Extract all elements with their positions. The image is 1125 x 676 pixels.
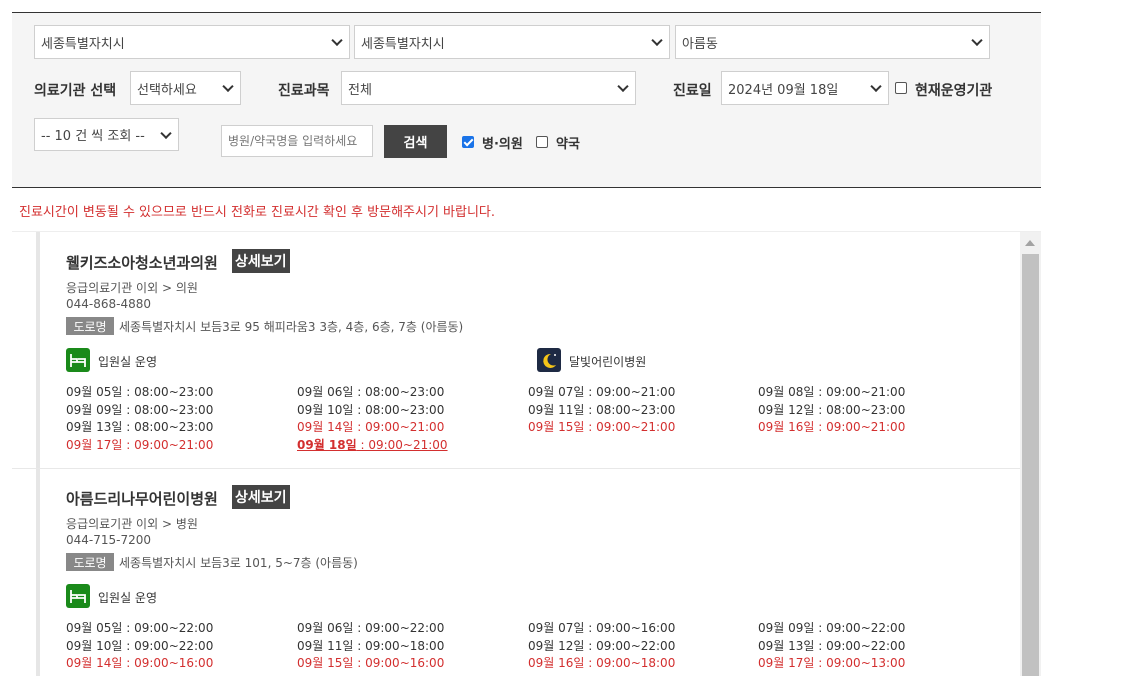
feature-label: 입원실 운영 (98, 591, 158, 605)
result-card: 웰키즈소아청소년과의원 상세보기 응급의료기관 이외 > 의원 044-868-… (12, 232, 1020, 468)
institution-value: 선택하세요 (137, 82, 197, 98)
road-badge: 도로명 (66, 317, 114, 335)
page-size-select[interactable]: -- 10 건 씩 조회 -- (34, 118, 179, 151)
date-select[interactable]: 2024년 09월 18일 (721, 71, 889, 105)
department-label: 진료과목 (278, 83, 330, 99)
pharmacy-checkbox[interactable] (536, 136, 548, 148)
hospital-phone: 044-715-7200 (66, 533, 152, 547)
department-select[interactable]: 전체 (341, 71, 636, 105)
hours-entry: 09월 12일 : 08:00~23:00 (758, 402, 906, 417)
clinic-checkbox[interactable] (462, 136, 474, 148)
chevron-down-icon (222, 80, 234, 93)
moon-icon (537, 348, 561, 372)
hospital-category: 응급의료기관 이외 > 의원 (66, 281, 198, 295)
hours-entry: 09월 15일 : 09:00~16:00 (297, 656, 445, 670)
detail-button[interactable]: 상세보기 (232, 249, 290, 273)
dong-select[interactable]: 아름동 (675, 25, 990, 59)
feature-label: 달빛어린이병원 (569, 355, 647, 369)
chevron-down-icon (651, 34, 663, 47)
hours-entry: 09월 11일 : 09:00~18:00 (297, 638, 445, 653)
feature-label: 입원실 운영 (98, 355, 158, 369)
hours-entry: 09월 12일 : 09:00~22:00 (528, 638, 676, 653)
hospital-phone: 044-868-4880 (66, 297, 152, 311)
hours-entry: 09월 09일 : 08:00~23:00 (66, 402, 214, 417)
hospital-category: 응급의료기관 이외 > 병원 (66, 517, 198, 531)
open-now-checkbox[interactable] (895, 82, 907, 94)
hours-entry: 09월 14일 : 09:00~16:00 (66, 656, 214, 670)
hours-entry: 09월 10일 : 08:00~23:00 (297, 402, 445, 417)
scroll-up-arrow-icon[interactable] (1025, 240, 1035, 246)
scroll-thumb[interactable] (1022, 254, 1039, 676)
date-label: 진료일 (673, 83, 712, 99)
chevron-down-icon (870, 80, 882, 93)
hours-entry: 09월 05일 : 09:00~22:00 (66, 621, 214, 635)
hospital-address: 세종특별자치시 보듬3로 101, 5~7층 (아름동) (119, 556, 358, 570)
open-now-label: 현재운영기관 (915, 83, 993, 99)
hours-entry: 09월 16일 : 09:00~18:00 (528, 656, 676, 670)
chevron-down-icon (160, 127, 172, 139)
institution-select[interactable]: 선택하세요 (130, 71, 241, 105)
road-badge: 도로명 (66, 553, 114, 571)
date-value: 2024년 09월 18일 (728, 82, 839, 98)
institution-label: 의료기관 선택 (34, 83, 117, 99)
filter-panel: 세종특별자치시 세종특별자치시 아름동 의료기관 선택 선택하세요 진료과목 전… (12, 12, 1041, 188)
bed-icon (66, 348, 90, 372)
notice-text: 진료시간이 변동될 수 있으므로 반드시 전화로 진료시간 확인 후 방문해주시… (19, 205, 496, 220)
hours-entry: 09월 13일 : 09:00~22:00 (758, 638, 906, 653)
hours-entry: 09월 15일 : 09:00~21:00 (528, 420, 676, 434)
hospital-address: 세종특별자치시 보듬3로 95 해피라움3 3층, 4층, 6층, 7층 (아름… (119, 320, 464, 334)
hours-entry: 09월 06일 : 08:00~23:00 (297, 385, 445, 399)
pharmacy-label: 약국 (556, 137, 580, 152)
chevron-down-icon (971, 34, 983, 47)
hours-entry: 09월 11일 : 08:00~23:00 (528, 402, 676, 417)
hours-entry: 09월 16일 : 09:00~21:00 (758, 420, 906, 434)
result-list: 웰키즈소아청소년과의원 상세보기 응급의료기관 이외 > 의원 044-868-… (12, 231, 1041, 676)
hours-entry: 09월 07일 : 09:00~21:00 (528, 385, 676, 399)
result-card: 아름드리나무어린이병원 상세보기 응급의료기관 이외 > 병원 044-715-… (12, 468, 1020, 676)
hours-entry: 09월 08일 : 09:00~21:00 (758, 385, 906, 399)
hospital-name: 아름드리나무어린이병원 (66, 490, 218, 508)
sigungu-value: 세종특별자치시 (361, 36, 445, 52)
hours-entry: 09월 17일 : 09:00~21:00 (66, 437, 214, 452)
chevron-down-icon (617, 80, 629, 93)
hours-entry: 09월 07일 : 09:00~16:00 (528, 621, 676, 635)
search-input[interactable] (221, 125, 373, 157)
dong-value: 아름동 (682, 36, 718, 52)
hours-entry: 09월 14일 : 09:00~21:00 (297, 420, 445, 434)
chevron-down-icon (331, 34, 343, 47)
sigungu-select[interactable]: 세종특별자치시 (354, 25, 670, 59)
sido-value: 세종특별자치시 (41, 36, 125, 52)
hours-entry: 09월 10일 : 09:00~22:00 (66, 638, 214, 653)
detail-button[interactable]: 상세보기 (232, 485, 290, 509)
hours-entry: 09월 06일 : 09:00~22:00 (297, 621, 445, 635)
clinic-label: 병·의원 (482, 137, 523, 152)
department-value: 전체 (348, 82, 372, 98)
hours-entry: 09월 13일 : 08:00~23:00 (66, 420, 214, 434)
scrollbar[interactable] (1020, 232, 1041, 676)
hours-entry: 09월 17일 : 09:00~13:00 (758, 656, 906, 670)
bed-icon (66, 584, 90, 608)
hospital-name: 웰키즈소아청소년과의원 (66, 254, 218, 272)
hours-entry: 09월 09일 : 09:00~22:00 (758, 621, 906, 635)
search-button[interactable]: 검색 (384, 125, 447, 158)
hours-entry: 09월 18일 : 09:00~21:00 (297, 437, 448, 452)
hours-entry: 09월 05일 : 08:00~23:00 (66, 385, 214, 399)
sido-select[interactable]: 세종특별자치시 (34, 25, 350, 59)
page-size-value: -- 10 건 씩 조회 -- (41, 129, 145, 144)
